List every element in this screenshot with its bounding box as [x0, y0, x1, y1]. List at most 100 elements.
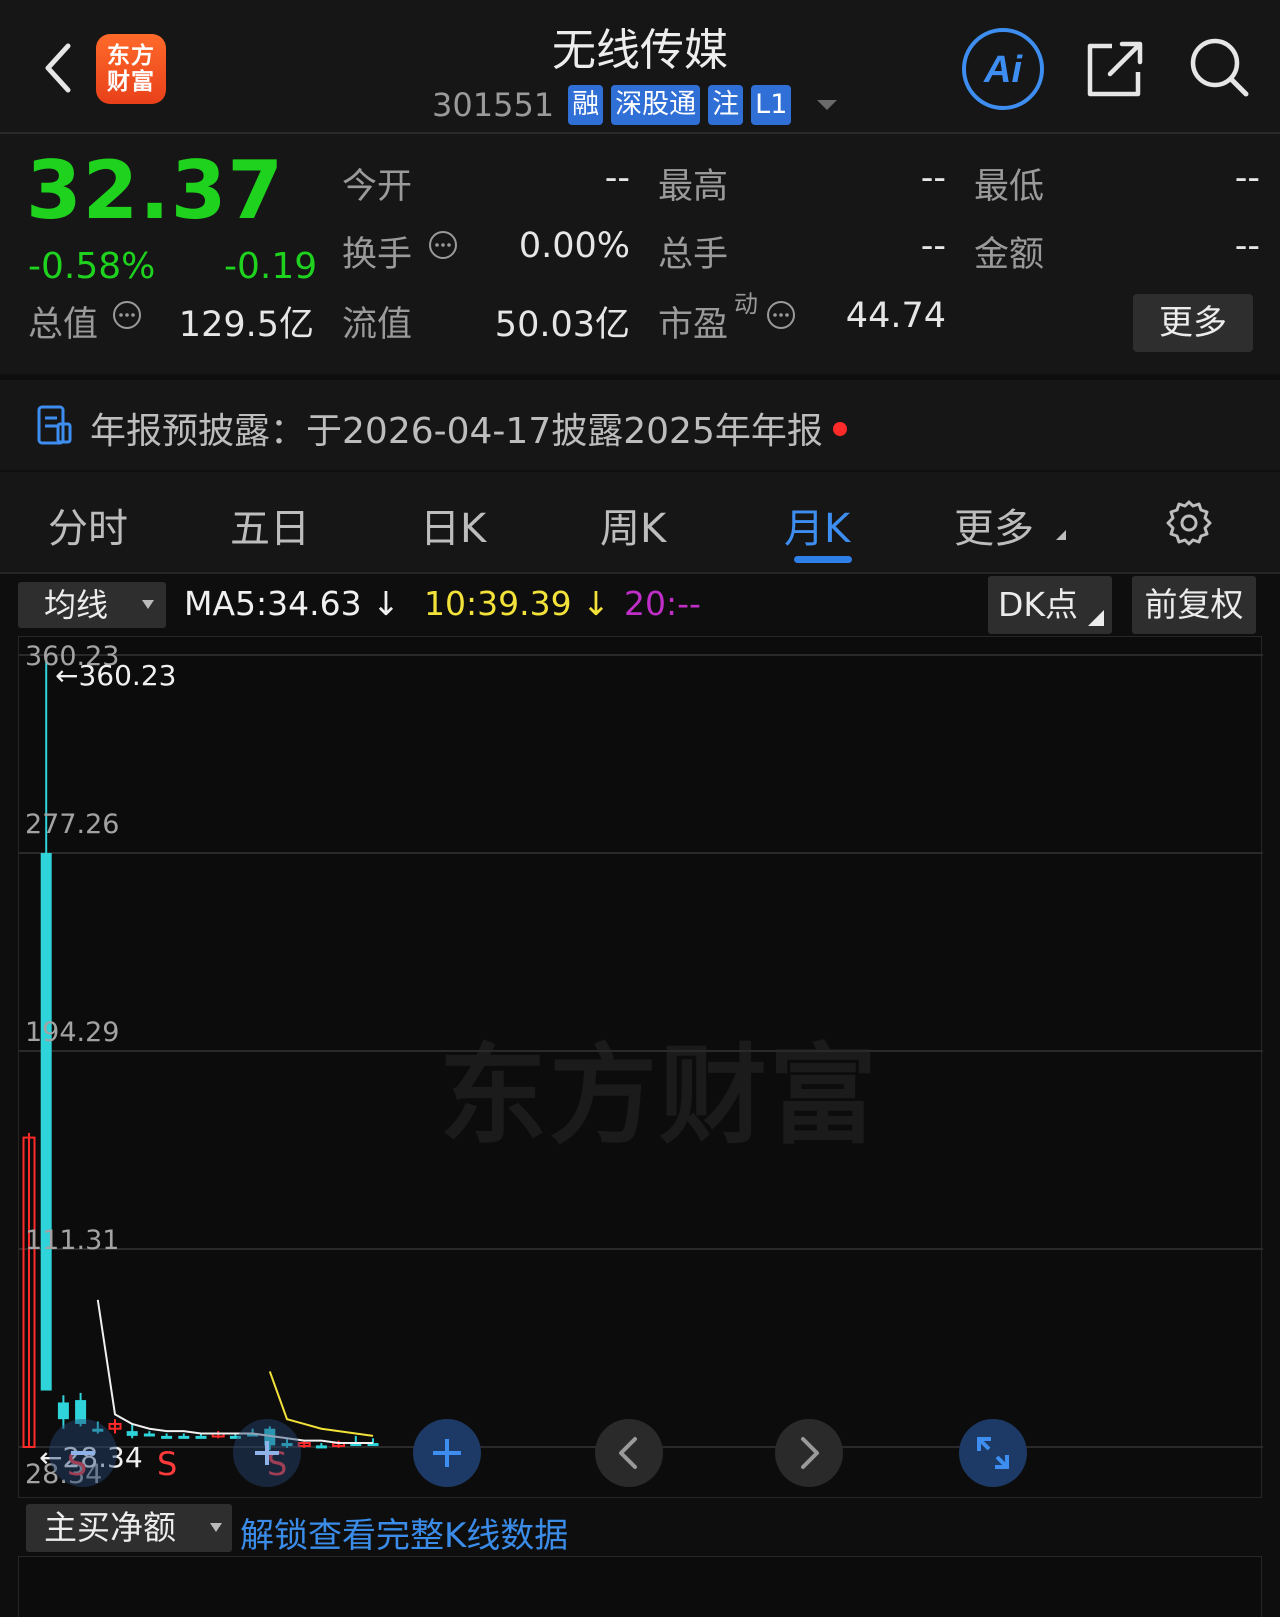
value-amount: -- [1234, 226, 1260, 266]
candle-body [57, 1402, 69, 1420]
value-turnover: 0.00% [518, 226, 630, 266]
share-icon[interactable] [1082, 36, 1148, 102]
quote-panel: 32.37 -0.58% -0.19 今开 -- 最高 -- 最低 -- 换手 … [0, 134, 1280, 374]
dk-point-label: DK点 [998, 585, 1079, 624]
sub-indicator-row: 主买净额 解锁查看完整K线数据 [18, 1500, 1262, 1556]
tab-daily-k[interactable]: 日K [420, 496, 486, 554]
y-tick-label: 277.26 [25, 809, 120, 840]
candle-body [178, 1435, 190, 1439]
candle-body [315, 1445, 327, 1449]
zoom-in-icon [255, 1441, 279, 1465]
ma5-text: MA5:34.63 [184, 584, 362, 623]
ma20-value: 20:-- [624, 584, 701, 623]
more-quote-button[interactable]: 更多 [1133, 294, 1253, 352]
ma5-value: MA5:34.63 ↓ [184, 584, 400, 623]
label-low: 最低 [974, 167, 1045, 207]
tab-more[interactable]: 更多 [954, 496, 1034, 554]
label-open: 今开 [342, 167, 413, 207]
sub-indicator-label: 主买净额 [44, 1508, 176, 1547]
dropdown-corner-icon [1088, 610, 1104, 626]
stock-code: 301551 [432, 86, 555, 124]
ma10-text: 10:39.39 [424, 584, 572, 623]
unlock-full-data-link[interactable]: 解锁查看完整K线数据 [240, 1508, 568, 1557]
label-market-cap: 总值 [28, 305, 99, 345]
unread-dot [832, 422, 847, 436]
value-high: -- [920, 158, 946, 198]
chevron-down-icon[interactable] [817, 100, 838, 110]
label-amount: 金额 [974, 235, 1045, 275]
value-open: -- [604, 158, 630, 198]
ma10-value: 10:39.39 ↓ [424, 584, 610, 623]
tag-level1: L1 [751, 85, 792, 125]
stock-code-line[interactable]: 301551 融 深股通 注 L1 [432, 84, 838, 126]
change-percent: -0.58% [28, 246, 156, 287]
chevron-right-icon [801, 1437, 819, 1469]
indicator-selector-label: 均线 [44, 586, 109, 624]
kline-chart[interactable]: 东方财富 360.23 277.26 194.29 111.31 28.34 ←… [18, 636, 1263, 1498]
annual-report-notice[interactable]: 年报预披露：于2026-04-17披露2025年年报 [0, 380, 1280, 470]
disclosure-date-text: 于2026-04-17披露2025年年报 [306, 411, 823, 452]
indicator-row: 均线 MA5:34.63 ↓ 10:39.39 ↓ 20:-- DK点 前复权 [0, 574, 1280, 634]
price-adjust-button[interactable]: 前复权 [1132, 576, 1256, 634]
label-pe-superscript: 动 [734, 290, 758, 318]
sub-indicator-pane [18, 1556, 1262, 1617]
plus-icon [433, 1439, 461, 1467]
value-float-cap: 50.03亿 [494, 305, 630, 345]
add-indicator-button[interactable] [413, 1419, 481, 1487]
tag-registration: 注 [708, 85, 744, 125]
top-navigation-bar: 东方 财富 无线传媒 301551 融 深股通 注 L1 Ai [0, 0, 1280, 134]
tab-monthly-k[interactable]: 月K [784, 496, 850, 554]
y-tick-label: 194.29 [25, 1017, 120, 1048]
tab-five-day[interactable]: 五日 [230, 496, 310, 554]
tab-weekly-k[interactable]: 周K [600, 496, 666, 554]
info-icon[interactable] [428, 230, 458, 260]
value-volume: -- [920, 226, 946, 266]
chevron-left-icon [619, 1437, 637, 1469]
max-price-marker: ←360.23 [55, 659, 177, 692]
gear-icon[interactable] [1164, 498, 1214, 548]
info-icon[interactable] [112, 300, 142, 330]
candle-body [161, 1435, 173, 1439]
disclosure-label: 年报预披露： [90, 411, 307, 452]
label-volume: 总手 [658, 235, 729, 275]
ai-icon[interactable]: Ai [960, 26, 1046, 112]
zoom-in-button[interactable] [233, 1419, 301, 1487]
info-icon[interactable] [766, 300, 796, 330]
tag-shenzhen-connect: 深股通 [611, 85, 701, 125]
candle-body [143, 1433, 155, 1437]
change-amount: -0.19 [224, 246, 318, 287]
last-price: 32.37 [26, 144, 285, 237]
value-pe: 44.74 [845, 296, 946, 336]
svg-text:Ai: Ai [983, 49, 1023, 91]
tab-intraday[interactable]: 分时 [48, 496, 128, 554]
chevron-down-icon [210, 1523, 222, 1532]
value-low: -- [1234, 158, 1260, 198]
sell-signal-marker[interactable]: S [157, 1445, 177, 1483]
label-high: 最高 [658, 167, 729, 207]
tag-margin: 融 [568, 85, 604, 125]
sub-indicator-selector[interactable]: 主买净额 [26, 1504, 232, 1552]
arrow-down-icon: ↓ [372, 584, 400, 623]
label-pe: 市盈 [658, 305, 729, 345]
zoom-out-button[interactable] [49, 1419, 117, 1487]
document-icon [37, 405, 72, 445]
value-market-cap: 129.5亿 [178, 305, 314, 345]
candle-body [195, 1435, 207, 1439]
y-tick-label: 111.31 [25, 1225, 120, 1256]
zoom-out-icon [71, 1451, 95, 1455]
kline-canvas [19, 654, 1263, 1451]
chevron-down-icon [142, 600, 154, 609]
label-float-cap: 流值 [342, 305, 413, 345]
chart-period-tabs: 分时 五日 日K 周K 月K 更多 [0, 472, 1280, 574]
search-icon[interactable] [1186, 34, 1252, 100]
scroll-right-button[interactable] [775, 1419, 843, 1487]
dk-point-button[interactable]: DK点 [988, 576, 1112, 634]
indicator-selector[interactable]: 均线 [18, 582, 166, 628]
candle-body [40, 852, 52, 1391]
dropdown-corner-icon [1056, 530, 1066, 540]
label-turnover: 换手 [342, 235, 413, 275]
scroll-left-button[interactable] [595, 1419, 663, 1487]
arrow-down-icon: ↓ [582, 584, 610, 623]
fullscreen-button[interactable] [959, 1419, 1027, 1487]
active-tab-indicator [794, 556, 852, 563]
